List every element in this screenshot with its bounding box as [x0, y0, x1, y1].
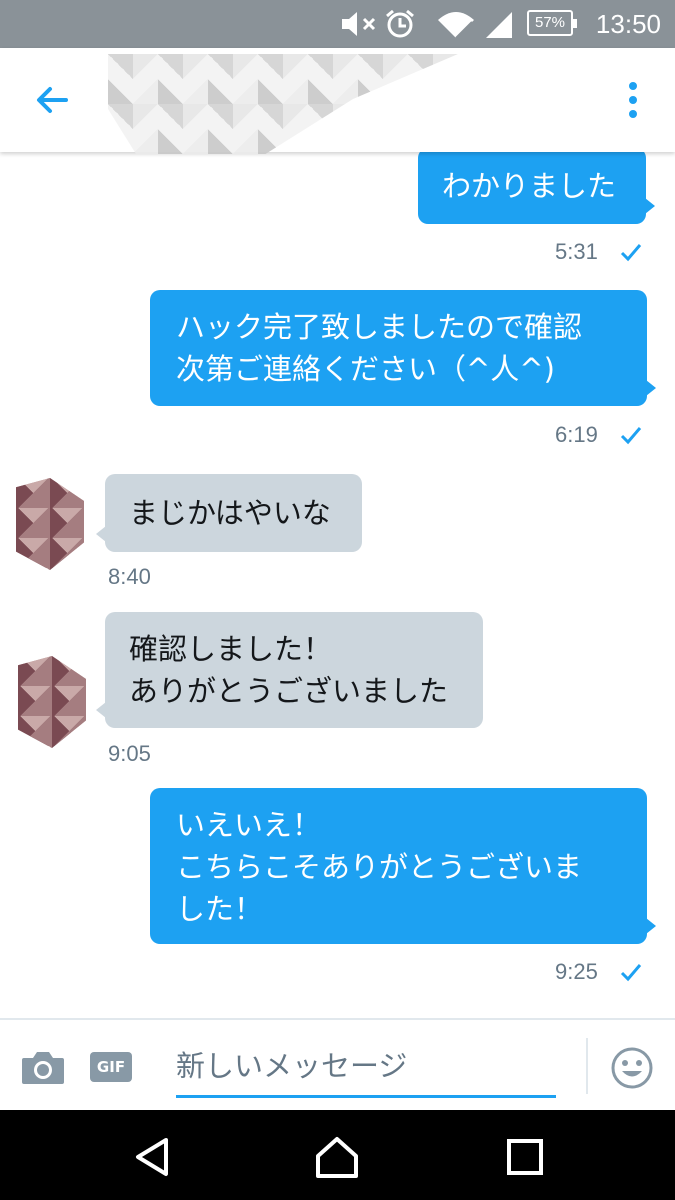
message-bubble-outgoing[interactable]: ハック完了致しましたので確認 次第ご連絡ください（^人^)	[150, 290, 656, 406]
back-triangle-icon[interactable]	[128, 1132, 178, 1182]
signal-icon	[486, 12, 512, 38]
sender-avatar[interactable]	[18, 656, 86, 748]
message-input[interactable]	[176, 1036, 556, 1098]
sent-check-icon	[620, 244, 642, 262]
camera-icon[interactable]	[20, 1050, 66, 1086]
message-timestamp: 9:25	[555, 959, 598, 984]
conversation-header	[0, 48, 675, 154]
message-bubble-outgoing[interactable]: いえいえ！ こちらこそありがとうございま した！	[150, 788, 656, 944]
message-composer: GIF	[0, 1018, 675, 1110]
battery-icon: 57%	[527, 10, 577, 36]
arrow-left-icon[interactable]	[30, 78, 74, 122]
status-time: 13:50	[595, 9, 661, 39]
mute-icon	[342, 12, 376, 36]
message-timestamp: 5:31	[555, 239, 598, 264]
message-timestamp: 9:05	[108, 741, 151, 766]
recents-icon[interactable]	[500, 1132, 550, 1182]
sender-avatar[interactable]	[16, 478, 84, 570]
system-nav-bar	[0, 1110, 675, 1200]
more-vertical-icon[interactable]	[618, 78, 648, 122]
composer-divider	[586, 1038, 588, 1094]
gif-button[interactable]: GIF	[90, 1052, 132, 1082]
sent-check-icon	[620, 427, 642, 445]
message-bubble-incoming[interactable]: 確認しました！ ありがとうございました	[96, 612, 483, 728]
home-icon[interactable]	[312, 1132, 362, 1182]
emoji-icon[interactable]	[610, 1046, 654, 1090]
wifi-icon	[438, 12, 474, 39]
message-bubble-incoming[interactable]: まじかはやいな	[96, 474, 362, 552]
message-timestamp: 8:40	[108, 564, 151, 589]
message-timestamp: 6:19	[555, 422, 598, 447]
contact-avatar-blurred[interactable]	[108, 54, 458, 154]
sent-check-icon	[620, 964, 642, 982]
alarm-icon	[386, 9, 414, 38]
message-bubble-outgoing[interactable]: わかりました	[418, 148, 655, 224]
status-bar: 57% 13:50	[0, 0, 675, 48]
